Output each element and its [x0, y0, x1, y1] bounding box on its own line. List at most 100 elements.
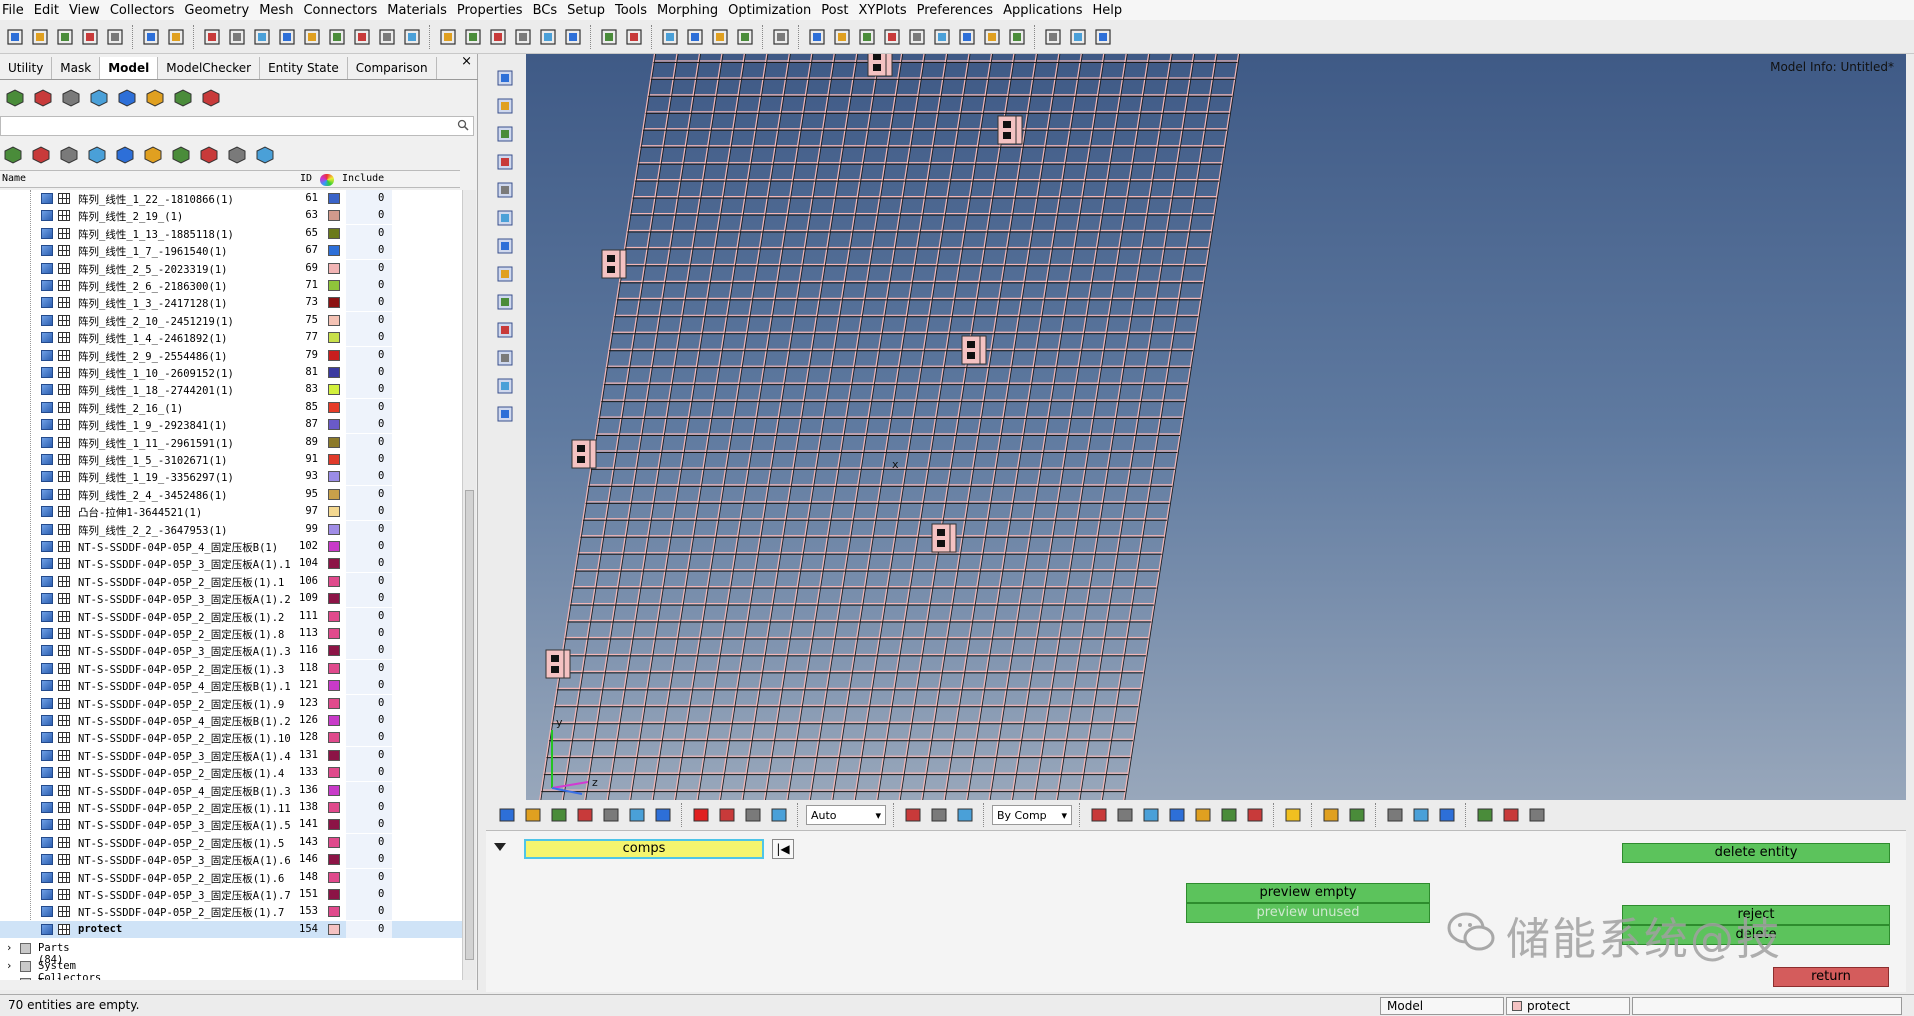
create-icon[interactable] [114, 143, 136, 165]
axes-icon[interactable] [495, 292, 515, 312]
mesh-display-icon[interactable] [58, 436, 70, 448]
mesh-display-icon[interactable] [58, 628, 70, 639]
component-row[interactable]: NT-S-SSDDF-04P-05P_2_固定压板(1).11 138 0 [0, 799, 462, 816]
component-color-swatch[interactable] [328, 471, 340, 483]
move-icon[interactable] [495, 376, 515, 396]
component-row[interactable]: NT-S-SSDDF-04P-05P_3_固定压板A(1).6 146 0 [0, 851, 462, 869]
display-icon[interactable] [522, 804, 544, 826]
menu-applications[interactable]: Applications [1003, 3, 1092, 18]
mesh-model[interactable]: z y x [526, 54, 1906, 800]
mesh-display-icon[interactable] [58, 645, 70, 657]
component-row[interactable]: NT-S-SSDDF-04P-05P_3_固定压板A(1).7 151 0 [0, 886, 462, 903]
clamp-part[interactable] [961, 335, 987, 365]
window-icon[interactable] [770, 26, 792, 48]
component-row[interactable]: NT-S-SSDDF-04P-05P_3_固定压板A(1).1 104 0 [0, 555, 462, 573]
component-color-swatch[interactable] [328, 697, 340, 709]
tab-model[interactable]: Model [100, 57, 159, 79]
display-icon[interactable] [142, 143, 164, 165]
selection-mode-dropdown[interactable]: Auto ▾ [806, 805, 886, 825]
preview-empty-button[interactable]: preview empty [1186, 883, 1430, 903]
scrollbar-thumb[interactable] [465, 490, 474, 960]
screen-icon[interactable] [1244, 804, 1266, 826]
mesh-display-icon[interactable] [58, 836, 70, 848]
component-color-swatch[interactable] [328, 610, 340, 622]
axis-icon[interactable] [326, 26, 348, 48]
mesh-display-icon[interactable] [58, 471, 70, 483]
component-icon[interactable] [4, 86, 26, 108]
expand-icon[interactable]: › [6, 960, 12, 972]
component-color-swatch[interactable] [328, 680, 340, 692]
component-row[interactable]: NT-S-SSDDF-04P-05P_2_固定压板(1).1 106 0 [0, 572, 462, 590]
mesh-display-icon[interactable] [58, 784, 70, 796]
component-color-swatch[interactable] [328, 349, 340, 361]
user-icon[interactable] [140, 26, 162, 48]
component-color-swatch[interactable] [328, 523, 340, 535]
view-icon[interactable] [709, 26, 731, 48]
component-color-swatch[interactable] [328, 367, 340, 378]
comps-selector[interactable]: comps [524, 839, 764, 859]
hand-icon[interactable] [512, 26, 534, 48]
component-color-swatch[interactable] [328, 715, 340, 726]
component-color-swatch[interactable] [328, 593, 340, 605]
mesh-display-icon[interactable] [58, 889, 70, 900]
cube-icon[interactable] [401, 26, 423, 48]
shape-icon[interactable] [928, 804, 950, 826]
display-icon[interactable] [496, 804, 518, 826]
stack-icon[interactable] [742, 804, 764, 826]
component-row[interactable]: 阵列_线性_1_7_-1961540(1) 67 0 [0, 242, 462, 260]
mesh-display-icon[interactable] [58, 906, 70, 918]
component-row[interactable]: 阵列_线性_1_18_-2744201(1) 83 0 [0, 381, 462, 399]
shade-icon[interactable] [1088, 804, 1110, 826]
assembly-icon[interactable] [32, 86, 54, 108]
mesh-display-icon[interactable] [58, 488, 70, 500]
clamp-part[interactable] [931, 523, 957, 553]
tab-modelchecker[interactable]: ModelChecker [158, 57, 261, 79]
menu-connectors[interactable]: Connectors [303, 3, 387, 18]
component-color-swatch[interactable] [328, 332, 340, 344]
grid-icon[interactable] [495, 152, 515, 172]
component-color-swatch[interactable] [328, 819, 340, 831]
display-icon[interactable] [626, 804, 648, 826]
mesh-display-icon[interactable] [58, 749, 70, 761]
menu-materials[interactable]: Materials [387, 3, 457, 18]
mesh-display-icon[interactable] [58, 523, 70, 535]
tree-scrollbar[interactable] [462, 190, 476, 980]
filter-icon[interactable] [58, 143, 80, 165]
expand-icon[interactable]: › [6, 942, 12, 954]
export-icon[interactable] [198, 143, 220, 165]
component-row[interactable]: NT-S-SSDDF-04P-05P_3_固定压板A(1).3 116 0 [0, 642, 462, 660]
mesh-display-icon[interactable] [58, 349, 70, 361]
tab-utility[interactable]: Utility [0, 57, 53, 79]
column-id[interactable]: ID [300, 173, 312, 184]
line-style-icon[interactable] [1140, 804, 1162, 826]
cube-icon[interactable] [981, 26, 1003, 48]
component-row[interactable]: NT-S-SSDDF-04P-05P_4_固定压板B(1) 102 0 [0, 538, 462, 555]
mesh-display-icon[interactable] [58, 854, 70, 866]
component-row[interactable]: 阵列_线性_1_5_-3102671(1) 91 0 [0, 451, 462, 468]
column-name[interactable]: Name [2, 173, 26, 184]
component-color-swatch[interactable] [328, 662, 340, 674]
component-row[interactable]: 阵列_线性_2_2_-3647953(1) 99 0 [0, 520, 462, 538]
edit-icon[interactable] [495, 96, 515, 116]
wrench-icon[interactable] [1346, 804, 1368, 826]
menu-bcs[interactable]: BCs [533, 3, 568, 18]
menu-edit[interactable]: Edit [34, 3, 69, 18]
mesh-display-icon[interactable] [58, 732, 70, 744]
property-icon[interactable] [88, 86, 110, 108]
spin-icon[interactable] [562, 26, 584, 48]
line-icon[interactable] [831, 26, 853, 48]
component-color-swatch[interactable] [328, 767, 340, 779]
mesh-display-icon[interactable] [58, 367, 70, 378]
layout-icon[interactable] [1320, 804, 1342, 826]
isolate-icon[interactable] [254, 143, 276, 165]
mesh-display-icon[interactable] [58, 610, 70, 622]
load-icon[interactable] [600, 804, 622, 826]
menu-setup[interactable]: Setup [567, 3, 615, 18]
delete-entity-button[interactable]: delete entity [1622, 843, 1890, 863]
set-icon[interactable] [172, 86, 194, 108]
menu-file[interactable]: File [2, 3, 34, 18]
mesh-display-icon[interactable] [58, 401, 70, 413]
component-color-swatch[interactable] [328, 923, 340, 935]
status-model-box[interactable]: Model [1380, 997, 1504, 1015]
component-color-swatch[interactable] [328, 436, 340, 448]
